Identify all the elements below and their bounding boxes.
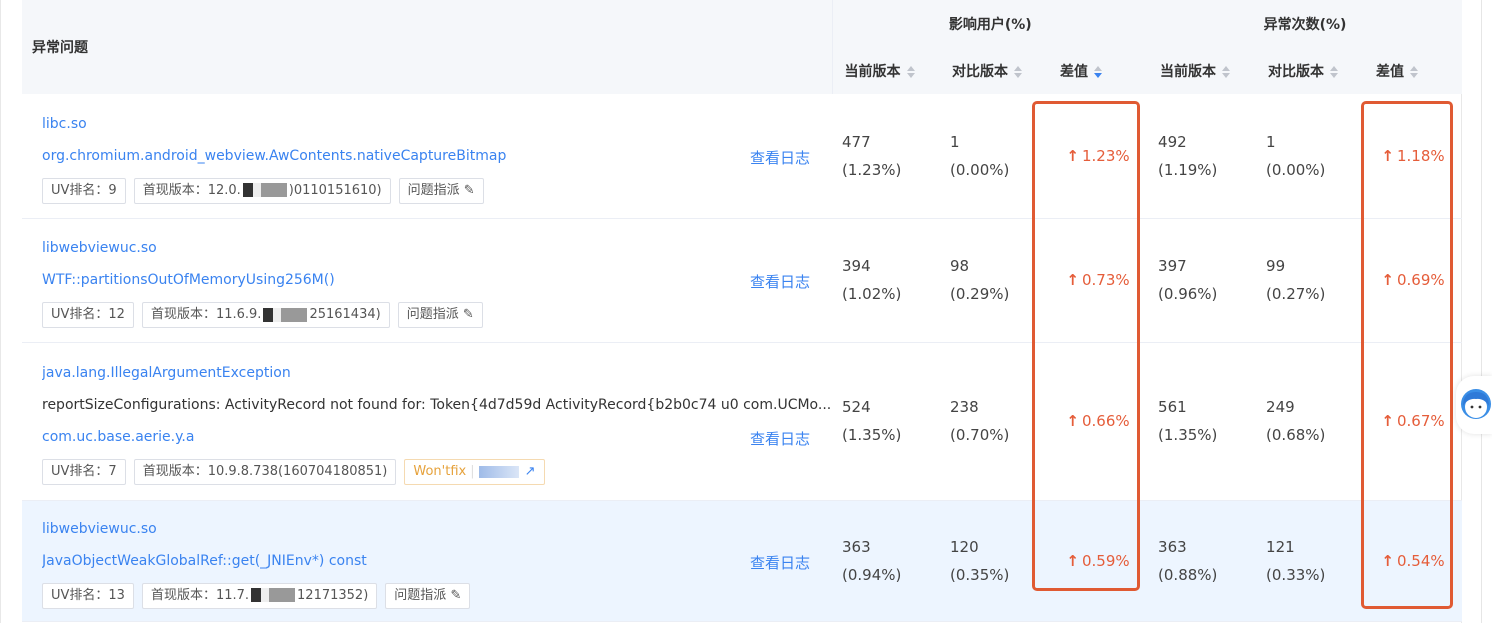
status-badge[interactable]: Won'tfix | ↗ <box>404 459 545 485</box>
table-row[interactable]: libc.so org.chromium.android_webview.AwCo… <box>22 94 1463 219</box>
users-diff-cell: ↑ 0.66% <box>1048 342 1149 501</box>
issue-cell: libc.so org.chromium.android_webview.AwCo… <box>22 94 832 219</box>
sort-caret-icon[interactable] <box>1330 65 1339 78</box>
redacted-version <box>251 588 296 602</box>
issue-link[interactable]: libwebviewuc.so <box>42 513 762 545</box>
users-current-cell: 363 (0.94%) <box>832 500 940 622</box>
sort-caret-icon[interactable] <box>906 65 915 78</box>
redacted-version <box>242 183 287 198</box>
count-compare-cell: 99 (0.27%) <box>1256 218 1365 343</box>
column-header-issue: 异常问题 <box>22 0 833 94</box>
redacted-version <box>263 307 308 322</box>
count-diff-cell: ↑ 0.67% <box>1364 342 1463 501</box>
users-current-cell: 524 (1.35%) <box>832 342 940 501</box>
arrow-up-icon: ↑ <box>1381 412 1394 430</box>
pencil-icon: ✎ <box>450 587 462 603</box>
first-version-badge: 首现版本：11.7. 12171352) <box>141 582 378 609</box>
column-header-count-current[interactable]: 当前版本 <box>1148 47 1257 94</box>
users-current-cell: 394 (1.02%) <box>832 218 940 343</box>
view-log-link[interactable]: 查看日志 <box>750 428 810 449</box>
pencil-icon: ✎ <box>462 307 474 322</box>
count-compare-cell: 249 (0.68%) <box>1256 342 1365 501</box>
arrow-up-icon: ↑ <box>1066 271 1079 289</box>
count-current-cell: 397 (0.96%) <box>1148 218 1257 343</box>
scrollbar-divider <box>1481 0 1482 623</box>
view-log-link[interactable]: 查看日志 <box>750 552 810 573</box>
issue-link[interactable]: java.lang.IllegalArgumentException <box>42 357 762 389</box>
issue-table: 异常问题 影响用户(%) 异常次数(%) 当前版本 对比版本 差值 当前版本 对… <box>22 0 1463 622</box>
users-compare-cell: 1 (0.00%) <box>940 94 1048 219</box>
arrow-up-icon: ↑ <box>1381 271 1394 289</box>
uv-rank-badge: UV排名：7 <box>42 459 126 485</box>
issue-cell: libwebviewuc.so JavaObjectWeakGlobalRef::… <box>22 500 832 622</box>
table-row[interactable]: libwebviewuc.so WTF::partitionsOutOfMemor… <box>22 218 1463 343</box>
count-compare-cell: 121 (0.33%) <box>1256 500 1365 622</box>
sort-caret-icon-active[interactable] <box>1094 65 1102 78</box>
count-diff-cell: ↑ 1.18% <box>1364 94 1463 219</box>
users-diff-cell: ↑ 0.73% <box>1048 218 1149 343</box>
issue-cell: libwebviewuc.so WTF::partitionsOutOfMemor… <box>22 218 832 343</box>
column-header-count-diff[interactable]: 差值 <box>1364 47 1463 94</box>
uv-rank-badge: UV排名：13 <box>42 582 134 609</box>
column-header-users-current[interactable]: 当前版本 <box>832 47 940 94</box>
first-version-badge: 首现版本：11.6.9. 25161434) <box>141 302 390 328</box>
first-version-badge: 首现版本：12.0.)0110151610) <box>133 177 391 204</box>
uv-rank-badge: UV排名：9 <box>42 177 126 204</box>
users-current-cell: 477 (1.23%) <box>832 94 940 219</box>
issue-link[interactable]: JavaObjectWeakGlobalRef::get(_JNIEnv*) c… <box>42 545 762 577</box>
issue-message: reportSizeConfigurations: ActivityRecord… <box>42 397 832 413</box>
users-compare-cell: 98 (0.29%) <box>940 218 1048 343</box>
issue-link[interactable]: org.chromium.android_webview.AwContents.… <box>42 140 762 172</box>
view-log-link[interactable]: 查看日志 <box>750 147 810 168</box>
users-compare-cell: 238 (0.70%) <box>940 342 1048 501</box>
sort-caret-icon[interactable] <box>1014 65 1022 78</box>
count-current-cell: 363 (0.88%) <box>1148 500 1257 622</box>
scrollbar-track[interactable] <box>1462 0 1492 623</box>
arrow-up-icon: ↑ <box>1066 412 1079 430</box>
view-log-link[interactable]: 查看日志 <box>750 271 810 292</box>
redacted-assignee <box>478 465 519 478</box>
arrow-up-icon: ↑ <box>1066 551 1079 570</box>
column-header-users-diff[interactable]: 差值 <box>1048 47 1149 94</box>
group-header-exception-count: 异常次数(%) <box>1148 0 1463 47</box>
table-row[interactable]: libwebviewuc.so JavaObjectWeakGlobalRef::… <box>22 500 1463 622</box>
uv-rank-badge: UV排名：12 <box>42 302 134 328</box>
sort-caret-icon[interactable] <box>1222 65 1231 78</box>
arrow-up-icon: ↑ <box>1381 551 1394 570</box>
issue-cell: java.lang.IllegalArgumentException report… <box>22 342 832 501</box>
support-avatar-icon[interactable] <box>1456 376 1492 434</box>
assign-issue-button[interactable]: 问题指派 ✎ <box>398 177 484 204</box>
count-compare-cell: 1 (0.00%) <box>1256 94 1365 219</box>
sort-caret-icon[interactable] <box>1410 65 1419 78</box>
issue-link[interactable]: WTF::partitionsOutOfMemoryUsing256M() <box>42 264 762 296</box>
users-diff-cell: ↑ 0.59% <box>1048 500 1149 622</box>
count-diff-cell: ↑ 0.69% <box>1364 218 1463 343</box>
arrow-up-icon: ↑ <box>1066 146 1079 165</box>
assign-issue-button[interactable]: 问题指派 ✎ <box>385 582 471 609</box>
group-header-affected-users: 影响用户(%) <box>832 0 1149 47</box>
external-link-icon[interactable]: ↗ <box>525 464 536 479</box>
table-row[interactable]: java.lang.IllegalArgumentException report… <box>22 342 1463 501</box>
column-header-count-compare[interactable]: 对比版本 <box>1256 47 1365 94</box>
first-version-badge: 首现版本：10.9.8.738(160704180851) <box>133 459 397 485</box>
count-current-cell: 492 (1.19%) <box>1148 94 1257 219</box>
users-compare-cell: 120 (0.35%) <box>940 500 1048 622</box>
assign-issue-button[interactable]: 问题指派 ✎ <box>397 302 483 328</box>
issue-link[interactable]: libwebviewuc.so <box>42 232 762 264</box>
column-header-users-compare[interactable]: 对比版本 <box>940 47 1048 94</box>
issue-link[interactable]: libc.so <box>42 108 762 140</box>
count-diff-cell: ↑ 0.54% <box>1364 500 1463 622</box>
users-diff-cell: ↑ 1.23% <box>1048 94 1149 219</box>
arrow-up-icon: ↑ <box>1381 146 1394 165</box>
count-current-cell: 561 (1.35%) <box>1148 342 1257 501</box>
issue-link[interactable]: com.uc.base.aerie.y.a <box>42 421 762 453</box>
pencil-icon: ✎ <box>463 182 475 198</box>
